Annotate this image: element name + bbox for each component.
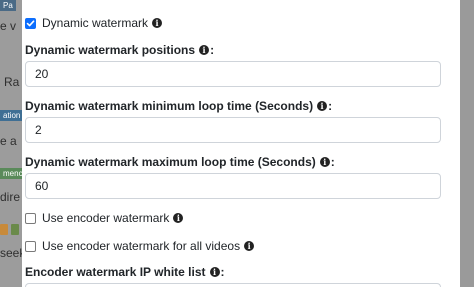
encoder-all-videos-label: Use encoder watermark for all videos (42, 239, 241, 253)
dynamic-watermark-label: Dynamic watermark (42, 16, 149, 30)
info-icon[interactable]: i (317, 101, 328, 111)
encoder-watermark-label: Use encoder watermark (42, 211, 170, 225)
positions-label-text: Dynamic watermark positions (25, 43, 196, 57)
screen: Pa e v Ra ation e a menc dire seek Dynam… (0, 0, 474, 287)
min-loop-label: Dynamic watermark minimum loop time (Sec… (25, 99, 333, 113)
background-tag (0, 224, 8, 235)
encoder-all-videos-option[interactable]: Use encoder watermark for all videos i (25, 239, 255, 253)
positions-label: Dynamic watermark positions i: (25, 43, 215, 57)
encoder-watermark-checkbox[interactable] (25, 212, 36, 224)
ip-white-list-input[interactable] (25, 283, 441, 287)
background-text: Ra (4, 75, 20, 89)
settings-modal: Dynamic watermark i Dynamic watermark po… (22, 0, 460, 287)
background-text: e v (0, 19, 17, 33)
check-icon (26, 19, 35, 26)
max-loop-label: Dynamic watermark maximum loop time (Sec… (25, 155, 335, 169)
background-tag (11, 224, 19, 235)
info-icon[interactable]: i (199, 45, 210, 55)
min-loop-input[interactable] (25, 117, 441, 143)
info-icon[interactable]: i (244, 241, 255, 251)
ip-white-list-label-text: Encoder watermark IP white list (25, 265, 206, 279)
info-icon[interactable]: i (173, 213, 184, 223)
encoder-all-videos-checkbox[interactable] (25, 240, 36, 252)
background-badge: ation (0, 110, 22, 121)
positions-input[interactable] (25, 61, 441, 87)
background-text: e a (0, 134, 17, 148)
modal-backdrop-right (460, 0, 474, 287)
ip-white-list-label: Encoder watermark IP white list i: (25, 265, 225, 279)
info-icon[interactable]: i (209, 267, 220, 277)
dynamic-watermark-checkbox[interactable] (25, 17, 36, 29)
min-loop-label-text: Dynamic watermark minimum loop time (Sec… (25, 99, 314, 113)
background-badge: menc (0, 168, 22, 179)
encoder-watermark-option[interactable]: Use encoder watermark i (25, 211, 184, 225)
max-loop-input[interactable] (25, 173, 441, 199)
background-page: Pa e v Ra ation e a menc dire seek (0, 0, 22, 287)
info-icon[interactable]: i (319, 157, 330, 167)
info-icon[interactable]: i (152, 18, 163, 28)
dynamic-watermark-option[interactable]: Dynamic watermark i (25, 16, 163, 30)
background-badge: Pa (0, 0, 16, 11)
background-text: dire (0, 190, 21, 204)
max-loop-label-text: Dynamic watermark maximum loop time (Sec… (25, 155, 316, 169)
background-text: seek (0, 246, 22, 260)
